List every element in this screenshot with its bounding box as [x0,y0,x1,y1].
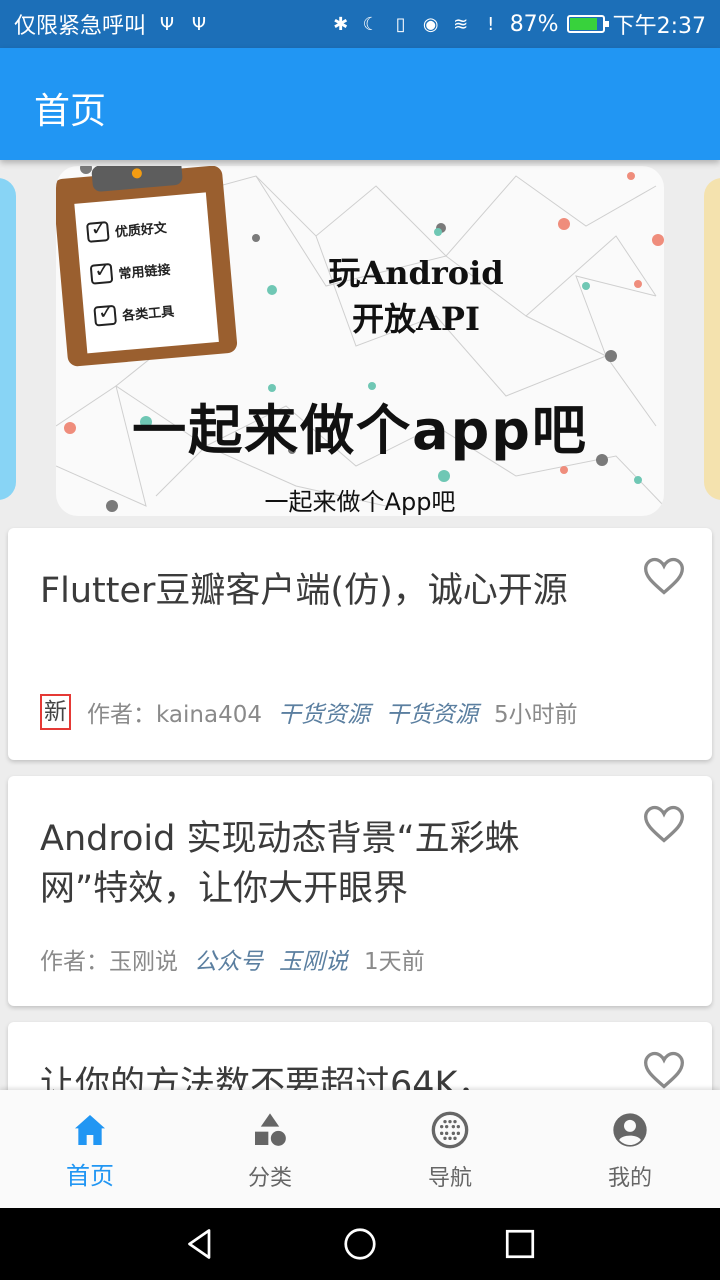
carrier-text: 仅限紧急呼叫 [14,14,147,39]
nav-tab-label: 分类 [247,1166,292,1191]
navigation-icon [431,1111,469,1149]
nav-tab-category[interactable]: 分类 [180,1090,360,1208]
usb-icon: Ψ [159,13,175,35]
article-author: 作者：kaina404 [87,702,262,728]
article-meta: 作者：玉刚说 公众号 玉刚说 1天前 [40,942,425,976]
checklist-label: 优质好文 [114,220,168,240]
article-card[interactable]: Android 实现动态背景“五彩蛛网”特效，让你大开眼界 作者：玉刚说 公众号… [8,776,712,1006]
checkbox-icon [93,304,118,327]
checklist-label: 常用链接 [117,262,172,282]
banner-prev-peek[interactable] [0,178,16,500]
battery-percent: 87% [509,11,559,37]
checklist-item: 各类工具 [93,300,175,327]
vibrate-icon: ▯ [395,13,406,35]
banner-heading-line: 开放API [352,300,480,338]
article-meta: 新 作者：kaina404 干货资源 干货资源 5小时前 [40,694,578,730]
article-title: Android 实现动态背景“五彩蛛网”特效，让你大开眼界 [40,819,520,909]
nav-tab-navigation[interactable]: 导航 [360,1090,540,1208]
bottom-navigation: 首页 分类 导航 我的 [0,1090,720,1208]
status-bar: 仅限紧急呼叫 Ψ Ψ ✱ ☾ ▯ ◉ ≋ ! 87% 下午2:37 [0,0,720,48]
bluetooth-icon: ✱ [333,13,349,35]
banner-slide[interactable]: 优质好文 常用链接 各类工具 玩Android 开放API 一起来做个app吧 … [56,166,664,516]
usb-debug-icon: Ψ [191,13,207,35]
clipboard-paper: 优质好文 常用链接 各类工具 [74,192,219,354]
article-time: 5小时前 [493,702,578,728]
do-not-disturb-icon: ☾ [362,13,379,35]
clipboard-illustration: 优质好文 常用链接 各类工具 [56,166,238,368]
banner-caption: 一起来做个App吧 [264,488,456,516]
nav-tab-label: 首页 [66,1162,114,1190]
nav-tab-label: 导航 [427,1166,472,1191]
wifi-icon: ≋ [453,13,469,35]
banner-heading: 玩Android 开放API [266,250,566,342]
eye-icon: ◉ [422,13,439,35]
checklist-item: 常用链接 [89,258,172,285]
banner-heading-line: 玩Android [328,254,504,292]
clock: 下午2:37 [612,14,706,39]
app-bar: 首页 [0,48,720,160]
favorite-heart-icon[interactable] [642,1048,686,1092]
banner-big-text: 一起来做个app吧 [132,399,588,462]
banner-carousel[interactable]: 优质好文 常用链接 各类工具 玩Android 开放API 一起来做个app吧 … [0,160,720,520]
checklist-label: 各类工具 [121,304,175,324]
article-title: Flutter豆瓣客户端(仿)，诚心开源 [40,571,568,611]
favorite-heart-icon[interactable] [642,802,686,846]
back-icon[interactable] [182,1226,218,1262]
banner-next-peek[interactable] [704,178,720,500]
article-card[interactable]: Flutter豆瓣客户端(仿)，诚心开源 新 作者：kaina404 干货资源 … [8,528,712,760]
checklist-item: 优质好文 [86,216,167,243]
account-icon [613,1113,647,1147]
article-super-chapter[interactable]: 公众号 [194,942,263,976]
home-button-icon[interactable] [342,1226,378,1262]
battery-icon [566,15,609,33]
new-badge: 新 [40,694,71,730]
article-chapter[interactable]: 干货资源 [386,695,478,729]
favorite-heart-icon[interactable] [642,554,686,598]
recent-apps-icon[interactable] [502,1226,538,1262]
nav-tab-home[interactable]: 首页 [0,1090,180,1208]
nav-tab-label: 我的 [607,1166,652,1191]
alert-icon: ! [487,13,495,35]
checkbox-icon [86,221,110,243]
article-super-chapter[interactable]: 干货资源 [278,695,370,729]
category-icon [255,1113,286,1146]
article-chapter[interactable]: 玉刚说 [279,942,348,976]
checkbox-icon [89,262,114,285]
home-icon [75,1115,105,1145]
article-time: 1天前 [364,949,425,975]
page-title: 首页 [34,91,107,132]
nav-tab-account[interactable]: 我的 [540,1090,720,1208]
system-navigation-bar [0,1208,720,1280]
article-author: 作者：玉刚说 [40,949,178,975]
